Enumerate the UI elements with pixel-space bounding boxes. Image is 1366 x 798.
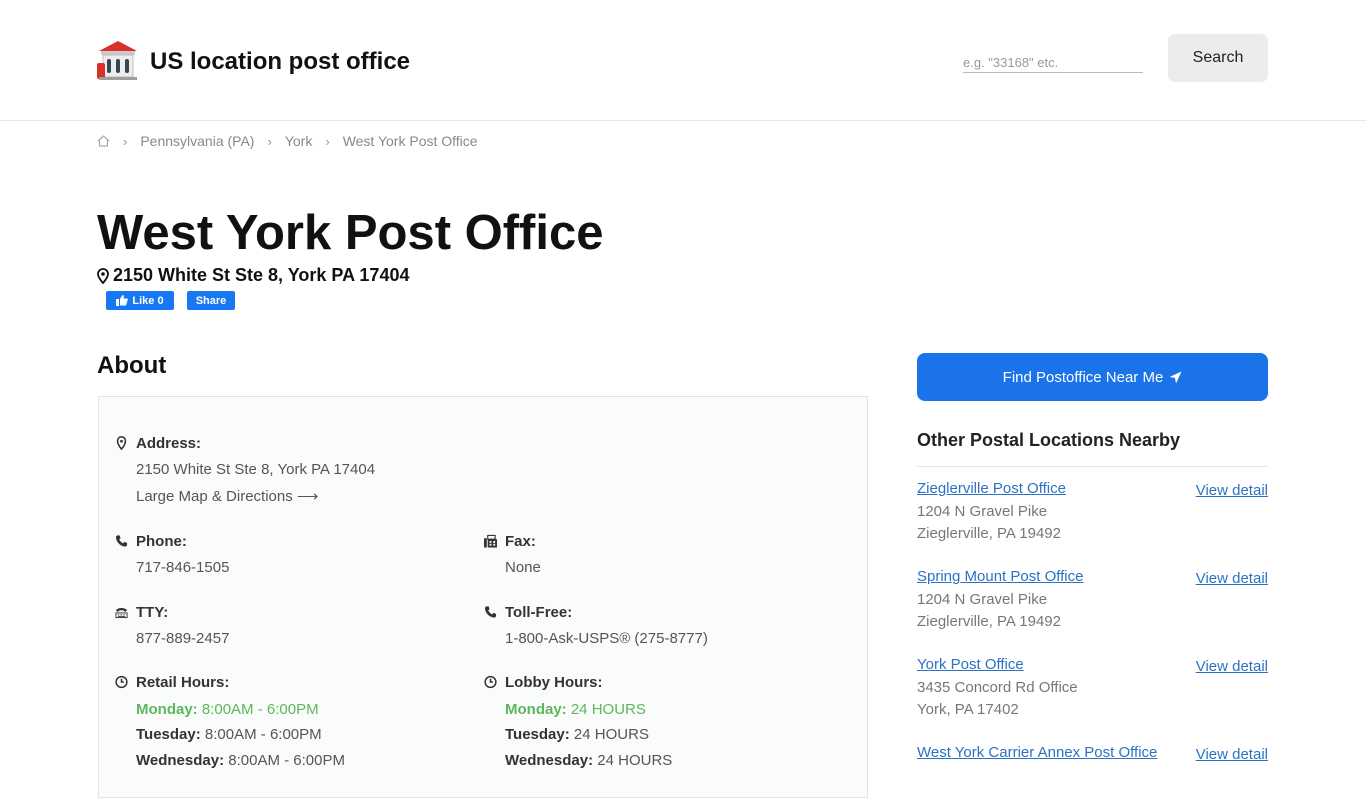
large-map-directions-link[interactable]: Large Map & Directions ⟶ — [136, 487, 318, 505]
retail-day: Wednesday: — [136, 752, 225, 769]
breadcrumb-item-city[interactable]: York — [285, 133, 313, 149]
phone-label: Phone: — [136, 533, 187, 550]
thumbs-up-icon — [116, 295, 129, 306]
tollfree-value: 1-800-Ask-USPS® (275-8777) — [505, 630, 708, 647]
retail-hours-label: Retail Hours: — [136, 674, 230, 691]
fax-value: None — [505, 559, 541, 576]
facebook-like-label: Like 0 — [132, 294, 164, 307]
tty-value: 877-889-2457 — [136, 630, 230, 647]
facebook-like-button[interactable]: Like 0 — [106, 291, 174, 310]
facebook-share-label: Share — [195, 294, 227, 307]
office-address: 2150 White St Ste 8, York PA 17404 — [97, 265, 409, 286]
arrow-right-icon: ⟶ — [296, 488, 319, 505]
office-address-text: 2150 White St Ste 8, York PA 17404 — [113, 265, 410, 285]
find-postoffice-near-me-button[interactable]: Find Postoffice Near Me — [917, 353, 1268, 401]
lobby-hours-row: Monday: 24 HOURS — [505, 701, 646, 718]
nearby-list-item: Spring Mount Post Office 1204 N Gravel P… — [917, 568, 1268, 648]
lobby-day: Monday: — [505, 701, 567, 718]
nearby-list-item: West York Carrier Annex Post Office View… — [917, 744, 1268, 768]
view-detail-link[interactable]: View detail — [1196, 570, 1268, 587]
nearby-item-name-link[interactable]: Spring Mount Post Office — [917, 568, 1083, 585]
nearby-item-street: 1204 N Gravel Pike — [917, 503, 1048, 520]
breadcrumb: › Pennsylvania (PA) › York › West York P… — [97, 133, 478, 149]
address-label: Address: — [136, 435, 202, 452]
retail-hours-row: Tuesday: 8:00AM - 6:00PM — [136, 726, 322, 743]
map-marker-icon — [116, 436, 127, 450]
site-title[interactable]: US location post office — [150, 48, 410, 76]
search-button[interactable]: Search — [1168, 34, 1268, 82]
clock-icon — [484, 675, 497, 689]
page-title: West York Post Office — [97, 206, 604, 260]
retail-hours-row: Wednesday: 8:00AM - 6:00PM — [136, 752, 345, 769]
phone-value: 717-846-1505 — [136, 559, 230, 576]
lobby-time: 24 HOURS — [570, 701, 646, 718]
retail-time: 8:00AM - 6:00PM — [201, 701, 319, 718]
view-detail-link[interactable]: View detail — [1196, 658, 1268, 675]
fax-label: Fax: — [505, 533, 536, 550]
about-heading: About — [97, 352, 167, 379]
facebook-share-button[interactable]: Share — [187, 291, 235, 310]
fax-icon — [484, 534, 497, 548]
nearby-item-city: Zieglerville, PA 19492 — [917, 613, 1061, 630]
location-arrow-icon — [1169, 371, 1182, 383]
tollfree-label: Toll-Free: — [505, 604, 573, 621]
about-panel: Address: 2150 White St Ste 8, York PA 17… — [98, 396, 868, 798]
nearby-item-city: York, PA 17402 — [917, 701, 1019, 718]
view-detail-link[interactable]: View detail — [1196, 746, 1268, 763]
map-marker-icon — [97, 267, 109, 284]
site-header: US location post office Search — [0, 0, 1366, 121]
chevron-right-icon: › — [267, 133, 272, 149]
lobby-time: 24 HOURS — [597, 752, 673, 769]
divider — [917, 466, 1268, 467]
view-detail-link[interactable]: View detail — [1196, 482, 1268, 499]
retail-time: 8:00AM - 6:00PM — [204, 726, 322, 743]
tty-label: TTY: — [136, 604, 169, 621]
chevron-right-icon: › — [325, 133, 330, 149]
nearby-item-name-link[interactable]: Zieglerville Post Office — [917, 480, 1066, 497]
chevron-right-icon: › — [123, 133, 128, 149]
tty-icon — [115, 608, 128, 619]
retail-hours-row: Monday: 8:00AM - 6:00PM — [136, 701, 319, 718]
post-office-logo-icon[interactable] — [97, 39, 139, 81]
nearby-list-item: York Post Office 3435 Concord Rd Office … — [917, 656, 1268, 736]
search-input[interactable] — [963, 52, 1143, 73]
retail-day: Monday: — [136, 701, 198, 718]
lobby-time: 24 HOURS — [573, 726, 649, 743]
retail-time: 8:00AM - 6:00PM — [228, 752, 345, 769]
lobby-day: Tuesday: — [505, 726, 570, 743]
phone-icon — [115, 535, 128, 547]
breadcrumb-item-state[interactable]: Pennsylvania (PA) — [140, 133, 254, 149]
nearby-item-name-link[interactable]: West York Carrier Annex Post Office — [917, 744, 1157, 761]
nearby-list-item: Zieglerville Post Office 1204 N Gravel P… — [917, 480, 1268, 560]
nearby-item-name-link[interactable]: York Post Office — [917, 656, 1024, 673]
lobby-hours-row: Tuesday: 24 HOURS — [505, 726, 649, 743]
nearby-heading: Other Postal Locations Nearby — [917, 430, 1181, 450]
home-icon[interactable] — [97, 135, 110, 147]
large-map-directions-label: Large Map & Directions — [136, 488, 293, 505]
address-value: 2150 White St Ste 8, York PA 17404 — [136, 461, 376, 478]
nearby-item-city: Zieglerville, PA 19492 — [917, 525, 1061, 542]
phone-icon — [484, 606, 497, 618]
nearby-item-street: 3435 Concord Rd Office — [917, 679, 1078, 696]
breadcrumb-item-current: West York Post Office — [342, 133, 478, 149]
lobby-hours-label: Lobby Hours: — [505, 674, 603, 691]
lobby-day: Wednesday: — [505, 752, 594, 769]
retail-day: Tuesday: — [136, 726, 201, 743]
lobby-hours-row: Wednesday: 24 HOURS — [505, 752, 672, 769]
find-postoffice-label: Find Postoffice Near Me — [1002, 368, 1164, 386]
nearby-item-street: 1204 N Gravel Pike — [917, 591, 1048, 608]
clock-icon — [115, 675, 128, 689]
